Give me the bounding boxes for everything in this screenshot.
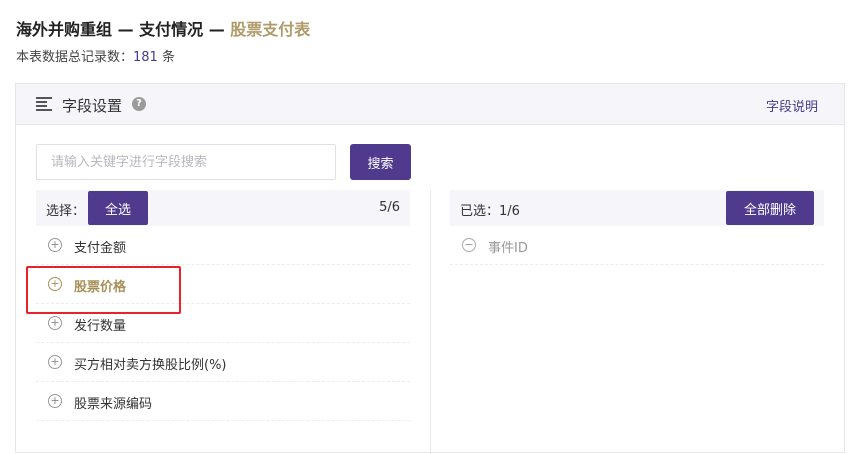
selected-field-list: − 事件ID <box>450 226 824 265</box>
page-title: 海外并购重组 — 支付情况 — 股票支付表 <box>16 16 310 40</box>
search-button[interactable]: 搜索 <box>350 144 411 180</box>
panel-title: 字段设置 <box>62 97 123 115</box>
selected-fields-header: 已选：1/6 全部删除 <box>450 190 824 226</box>
record-count-prefix: 本表数据总记录数： <box>16 50 134 65</box>
list-item[interactable]: − 事件ID <box>450 226 824 265</box>
field-label: 发行数量 <box>74 319 127 334</box>
record-count-suffix: 条 <box>157 50 175 65</box>
annotation-highlight-box <box>26 266 181 314</box>
add-circle-icon: + <box>48 238 62 252</box>
selected-label: 已选：1/6 <box>460 204 520 219</box>
field-description-link[interactable]: 字段说明 <box>766 96 818 115</box>
selected-fields-column: 已选：1/6 全部删除 − 事件ID <box>450 190 824 265</box>
add-circle-icon: + <box>48 355 62 369</box>
select-label: 选择： <box>46 204 86 219</box>
field-label: 事件ID <box>488 241 528 256</box>
field-search-input[interactable] <box>36 144 336 180</box>
add-circle-icon: + <box>48 316 62 330</box>
field-label: 买方相对卖方换股比例(%) <box>74 358 227 373</box>
list-item[interactable]: + 买方相对卖方换股比例(%) <box>36 343 410 382</box>
select-all-button[interactable]: 全选 <box>88 191 148 225</box>
record-count-value: 181 <box>133 50 158 65</box>
list-item[interactable]: + 股票来源编码 <box>36 382 410 421</box>
available-count: 5/6 <box>379 200 400 215</box>
menu-lines-icon <box>36 97 52 111</box>
page-title-table-name: 股票支付表 <box>230 20 311 39</box>
remove-circle-icon: − <box>462 238 476 252</box>
field-label: 股票来源编码 <box>74 397 153 412</box>
column-divider <box>430 190 431 454</box>
record-count-line: 本表数据总记录数：181 条 <box>16 46 175 65</box>
add-circle-icon: + <box>48 394 62 408</box>
list-item[interactable]: + 支付金额 <box>36 226 410 265</box>
available-field-list: + 支付金额 + 股票价格 + 发行数量 + 买方相对卖方换股比例(%) + 股… <box>36 226 410 421</box>
field-label: 支付金额 <box>74 241 127 256</box>
help-icon[interactable]: ? <box>132 97 146 111</box>
page-title-main: 海外并购重组 — 支付情况 — <box>16 20 231 39</box>
panel-header: 字段设置 ? 字段说明 <box>16 84 844 125</box>
delete-all-button[interactable]: 全部删除 <box>726 191 814 225</box>
available-fields-header: 选择： 全选 5/6 <box>36 190 410 226</box>
